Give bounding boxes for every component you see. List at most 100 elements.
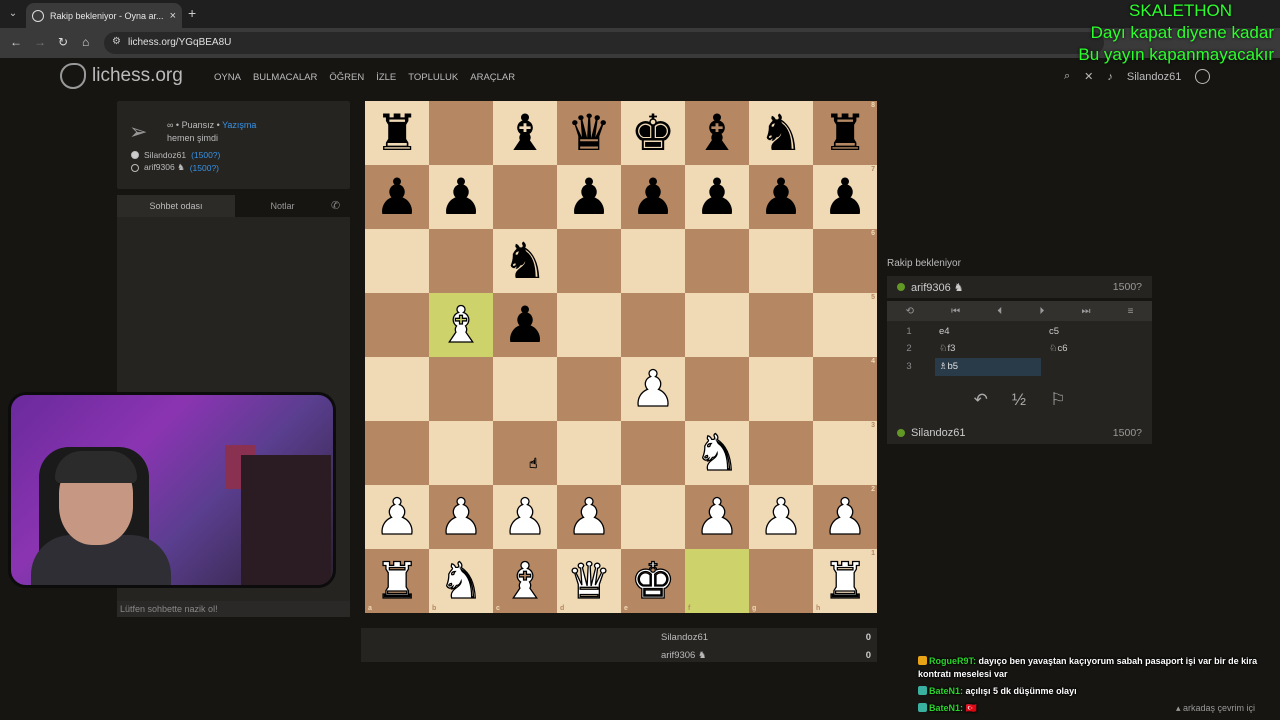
square-c3[interactable] bbox=[493, 421, 557, 485]
square-h6[interactable]: 6 bbox=[813, 229, 877, 293]
square-d7[interactable]: ♟ bbox=[557, 165, 621, 229]
square-f2[interactable]: ♟ bbox=[685, 485, 749, 549]
game-player-black[interactable]: arif9306 ♞ (1500?) bbox=[131, 162, 219, 173]
square-a8[interactable]: ♜ bbox=[365, 101, 429, 165]
square-b5[interactable]: ♝ bbox=[429, 293, 493, 357]
square-e5[interactable] bbox=[621, 293, 685, 357]
black-pawn-icon[interactable]: ♟ bbox=[375, 165, 420, 229]
square-b2[interactable]: ♟ bbox=[429, 485, 493, 549]
square-a1[interactable]: ♜ a bbox=[365, 549, 429, 613]
square-g2[interactable]: ♟ bbox=[749, 485, 813, 549]
square-h4[interactable]: 4 bbox=[813, 357, 877, 421]
square-e2[interactable] bbox=[621, 485, 685, 549]
square-d3[interactable] bbox=[557, 421, 621, 485]
white-pawn-icon[interactable]: ♟ bbox=[374, 485, 420, 549]
site-info-icon[interactable]: ⚙ bbox=[112, 36, 121, 47]
score-player[interactable]: Silandoz61 bbox=[661, 632, 708, 643]
square-c1[interactable]: ♝ c bbox=[493, 549, 557, 613]
resign-flag-icon[interactable]: ⚐ bbox=[1050, 390, 1065, 410]
square-e8[interactable]: ♚ bbox=[621, 101, 685, 165]
black-knight-icon[interactable]: ♞ bbox=[503, 229, 548, 293]
square-h1[interactable]: ♜ 1 h bbox=[813, 549, 877, 613]
user-avatar-icon[interactable] bbox=[1195, 69, 1211, 84]
next-move-icon[interactable]: ⏵ bbox=[1039, 306, 1044, 317]
white-bishop-icon[interactable]: ♝ bbox=[438, 293, 484, 357]
chess-board[interactable]: ♜ ♝ ♛ ♚ ♝ ♞ ♜ 8 ♟ ♟ ♟ ♟ ♟ ♟ ♟ 7 ♞ 6 ♝ ♟ 5 ♟ 4 ♞ 3 ♟ ♟ ♟ ♟ ♟ ♟ ♟ 2 ♜ a ♞ b ♝ c ♛… bbox=[365, 101, 877, 613]
nav-learn[interactable]: ÖĞREN bbox=[329, 72, 364, 83]
takeback-icon[interactable]: ↶ bbox=[974, 390, 988, 410]
square-g6[interactable] bbox=[749, 229, 813, 293]
nav-community[interactable]: TOPLULUK bbox=[408, 72, 458, 83]
first-move-icon[interactable]: ⏮ bbox=[951, 306, 960, 317]
square-d6[interactable] bbox=[557, 229, 621, 293]
white-bishop-icon[interactable]: ♝ bbox=[502, 549, 548, 613]
address-bar[interactable]: ⚙ lichess.org/YGqBEA8U bbox=[104, 32, 1104, 54]
black-pawn-icon[interactable]: ♟ bbox=[439, 165, 484, 229]
square-f1[interactable]: f bbox=[685, 549, 749, 613]
square-d4[interactable] bbox=[557, 357, 621, 421]
square-c6[interactable]: ♞ bbox=[493, 229, 557, 293]
move-white[interactable]: e4 bbox=[935, 323, 1041, 341]
black-knight-icon[interactable]: ♞ bbox=[759, 101, 804, 165]
square-b7[interactable]: ♟ bbox=[429, 165, 493, 229]
white-knight-icon[interactable]: ♞ bbox=[438, 549, 484, 613]
white-rook-icon[interactable]: ♜ bbox=[822, 549, 868, 613]
tab-list-icon[interactable]: ⌄ bbox=[4, 5, 22, 23]
square-d5[interactable] bbox=[557, 293, 621, 357]
white-pawn-icon[interactable]: ♟ bbox=[566, 485, 612, 549]
square-a2[interactable]: ♟ bbox=[365, 485, 429, 549]
black-pawn-icon[interactable]: ♟ bbox=[631, 165, 676, 229]
square-b3[interactable] bbox=[429, 421, 493, 485]
square-f3[interactable]: ♞ bbox=[685, 421, 749, 485]
chat-input[interactable]: Lütfen sohbette nazik ol! bbox=[117, 601, 350, 617]
user-menu[interactable]: Silandoz61 bbox=[1127, 71, 1181, 83]
white-rook-icon[interactable]: ♜ bbox=[374, 549, 420, 613]
friends-online[interactable]: ▴ arkadaş çevrim içi bbox=[1176, 703, 1255, 714]
tab-close-icon[interactable]: × bbox=[170, 10, 176, 22]
square-d8[interactable]: ♛ bbox=[557, 101, 621, 165]
square-b6[interactable] bbox=[429, 229, 493, 293]
square-b4[interactable] bbox=[429, 357, 493, 421]
white-king-icon[interactable]: ♚ bbox=[630, 549, 676, 613]
black-bishop-icon[interactable]: ♝ bbox=[695, 101, 740, 165]
square-h8[interactable]: ♜ 8 bbox=[813, 101, 877, 165]
nav-tools[interactable]: ARAÇLAR bbox=[470, 72, 515, 83]
black-pawn-icon[interactable]: ♟ bbox=[823, 165, 868, 229]
menu-icon[interactable]: ≡ bbox=[1128, 306, 1134, 317]
black-pawn-icon[interactable]: ♟ bbox=[759, 165, 804, 229]
forward-icon[interactable]: → bbox=[34, 35, 46, 49]
square-h7[interactable]: ♟ 7 bbox=[813, 165, 877, 229]
square-g5[interactable] bbox=[749, 293, 813, 357]
square-e7[interactable]: ♟ bbox=[621, 165, 685, 229]
square-g4[interactable] bbox=[749, 357, 813, 421]
square-f6[interactable] bbox=[685, 229, 749, 293]
square-f8[interactable]: ♝ bbox=[685, 101, 749, 165]
square-d2[interactable]: ♟ bbox=[557, 485, 621, 549]
search-icon[interactable]: ⌕ bbox=[1064, 70, 1070, 83]
back-icon[interactable]: ← bbox=[10, 35, 22, 49]
white-pawn-icon[interactable]: ♟ bbox=[694, 485, 740, 549]
close-icon[interactable]: ✕ bbox=[1084, 70, 1093, 83]
nav-play[interactable]: OYNA bbox=[214, 72, 241, 83]
square-d1[interactable]: ♛ d bbox=[557, 549, 621, 613]
square-a4[interactable] bbox=[365, 357, 429, 421]
square-h5[interactable]: 5 bbox=[813, 293, 877, 357]
black-rook-icon[interactable]: ♜ bbox=[823, 101, 868, 165]
game-mode-link[interactable]: Yazışma bbox=[222, 120, 256, 130]
square-a7[interactable]: ♟ bbox=[365, 165, 429, 229]
white-pawn-icon[interactable]: ♟ bbox=[758, 485, 804, 549]
square-a3[interactable] bbox=[365, 421, 429, 485]
square-h3[interactable]: 3 bbox=[813, 421, 877, 485]
white-knight-icon[interactable]: ♞ bbox=[694, 421, 740, 485]
square-f4[interactable] bbox=[685, 357, 749, 421]
score-player[interactable]: arif9306 ♞ bbox=[661, 650, 707, 661]
nav-watch[interactable]: İZLE bbox=[376, 72, 396, 83]
tab-chat-room[interactable]: Sohbet odası bbox=[117, 195, 235, 217]
move-black[interactable]: c5 bbox=[1045, 326, 1063, 337]
square-g8[interactable]: ♞ bbox=[749, 101, 813, 165]
square-h2[interactable]: ♟ 2 bbox=[813, 485, 877, 549]
draw-offer-button[interactable]: ½ bbox=[1012, 390, 1026, 410]
white-pawn-icon[interactable]: ♟ bbox=[438, 485, 484, 549]
square-g3[interactable] bbox=[749, 421, 813, 485]
square-g7[interactable]: ♟ bbox=[749, 165, 813, 229]
